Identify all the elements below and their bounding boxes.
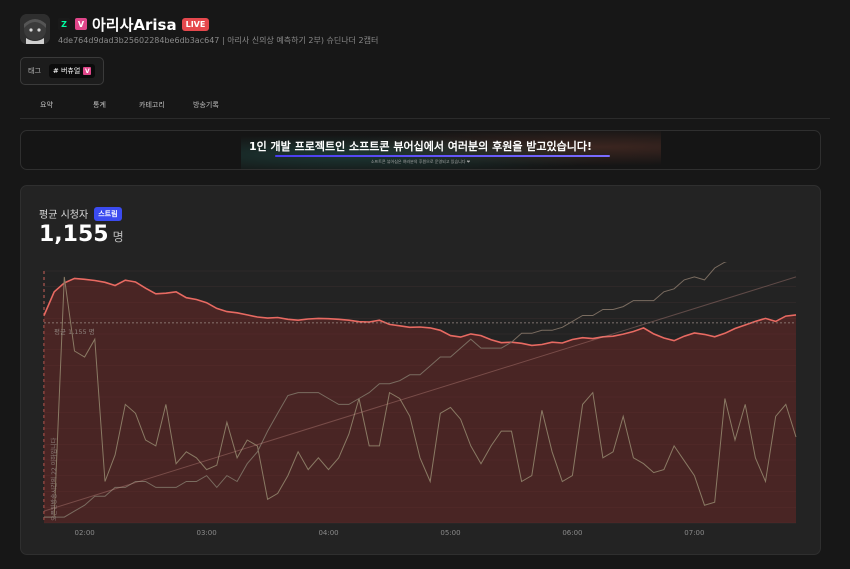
tag-text: # 버츄얼 xyxy=(52,67,81,75)
channel-header: Z V 아리사Arisa LIVE 4de764d9dad3b25602284b… xyxy=(20,14,830,48)
channel-name[interactable]: 아리사Arisa xyxy=(92,14,177,35)
x-tick-label: 03:00 xyxy=(197,529,217,537)
metric-unit: 명 xyxy=(112,230,124,244)
chart-areas xyxy=(44,278,796,523)
tag-box: 태그 # 버츄얼 V xyxy=(20,57,104,85)
x-tick-label: 02:00 xyxy=(75,529,95,537)
x-tick-label: 05:00 xyxy=(440,529,460,537)
viewers-chart[interactable]: 평균 1,155 명오픈된방송시간의 22 이하입니다 02:00 03:00 04… xyxy=(20,262,810,547)
x-tick-label: 04:00 xyxy=(318,529,338,537)
stream-badge[interactable]: 스트림 xyxy=(94,206,122,221)
tag-chip[interactable]: # 버츄얼 V xyxy=(48,64,96,78)
series-area xyxy=(44,278,796,523)
x-axis-ticks: 02:00 03:00 04:00 05:00 06:00 07:00 xyxy=(75,529,705,537)
tab-statistics[interactable]: 통계 xyxy=(93,100,106,110)
avatar[interactable] xyxy=(20,14,50,44)
channel-subline: 4de764d9dad3b25602284be6db3ac647 | 아리사 신… xyxy=(58,35,378,46)
tag-label: 태그 xyxy=(28,67,41,75)
v-badge-icon: V xyxy=(83,67,92,75)
x-tick-label: 07:00 xyxy=(684,529,704,537)
average-line-label: 평균 1,155 명 xyxy=(54,327,95,336)
tab-category[interactable]: 카테고리 xyxy=(139,100,165,110)
tab-broadcast-history[interactable]: 방송기록 xyxy=(193,100,219,110)
banner-sub-text: 소프트콘 뷰어십은 여러분의 후원으로 운영되고 있습니다 ❤ xyxy=(370,159,471,164)
tab-bar: 요약 통계 카테고리 방송기록 xyxy=(20,97,830,119)
live-badge: LIVE xyxy=(181,17,210,31)
channel-id: 4de764d9dad3b25602284be6db3ac647 xyxy=(58,36,220,45)
left-vertical-label: 오픈된방송시간의 22 이하입니다 xyxy=(50,437,58,521)
metric-label: 평균 시청자 xyxy=(39,210,89,221)
chzzk-icon: Z xyxy=(58,18,70,30)
support-banner[interactable]: 1인 개발 프로젝트인 소프트콘 뷰어십에서 여러분의 후원을 받고있습니다! … xyxy=(20,130,821,170)
tab-summary[interactable]: 요약 xyxy=(40,100,53,110)
metric-value: 1,155 xyxy=(39,222,109,247)
stream-description: 아리사 신의상 예측하기 2부) 슈딘나더 2캡터 xyxy=(227,36,379,45)
banner-main-text: 1인 개발 프로젝트인 소프트콘 뷰어십에서 여러분의 후원을 받고있습니다! xyxy=(248,140,593,153)
v-badge-icon: V xyxy=(75,18,87,30)
banner-underline xyxy=(275,155,610,157)
x-tick-label: 06:00 xyxy=(562,529,582,537)
